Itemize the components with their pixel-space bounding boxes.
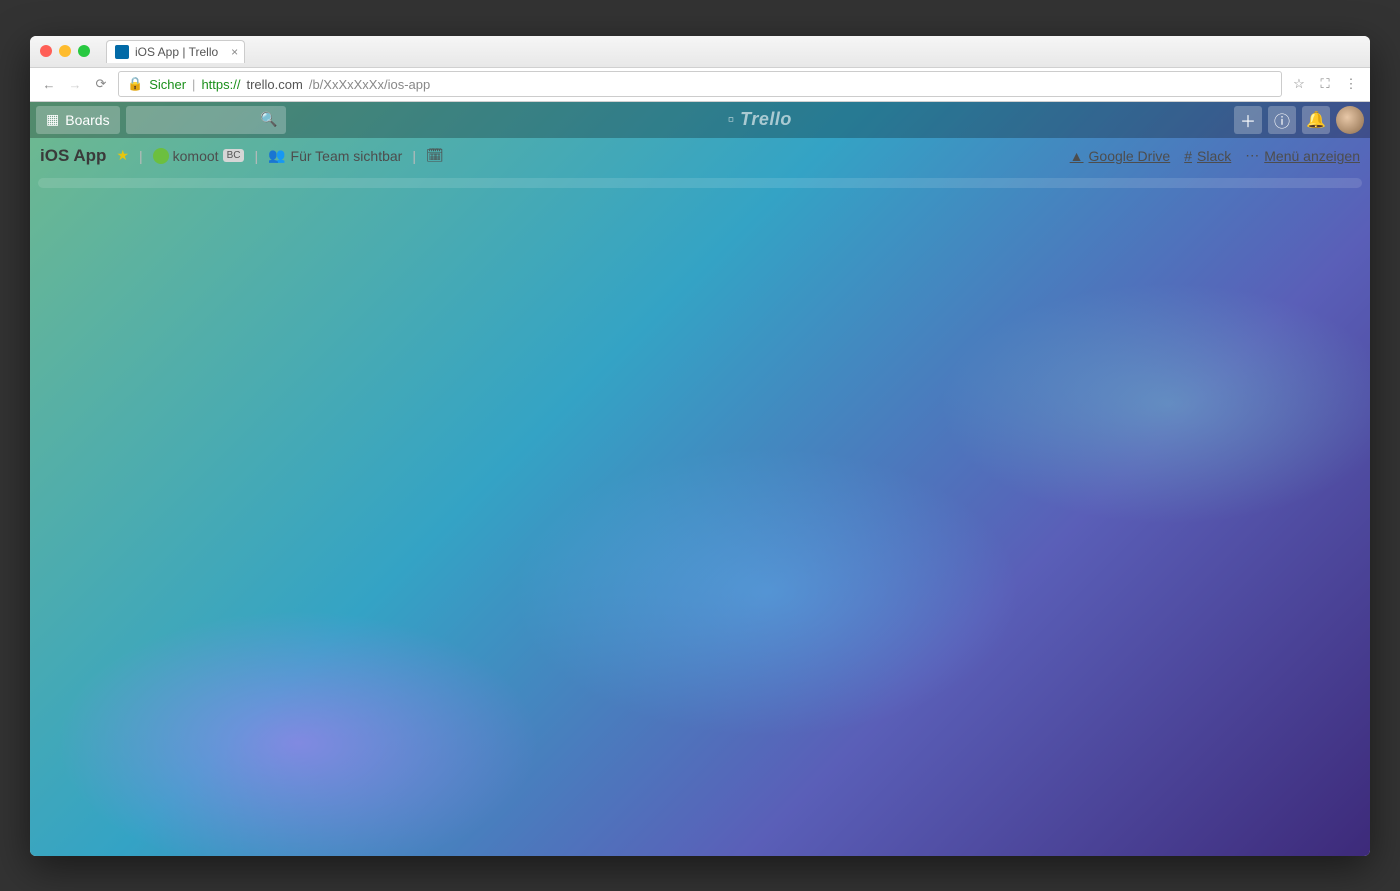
- security-label: Sicher: [149, 77, 186, 92]
- search-input[interactable]: 🔍: [126, 106, 286, 134]
- team-visible-icon: 👥: [268, 147, 285, 164]
- list-menu-icon[interactable]: ⋯: [1313, 189, 1328, 190]
- org-logo-icon: [153, 148, 169, 164]
- bell-icon: 🔔: [1306, 110, 1326, 130]
- trello-header: ▦ Boards 🔍 ▫ Trello ＋ ⓘ 🔔: [30, 102, 1370, 138]
- extension-icon[interactable]: ⛶: [1316, 76, 1334, 92]
- create-button[interactable]: ＋: [1234, 106, 1262, 134]
- boards-icon: ▦: [46, 111, 59, 128]
- show-menu-button[interactable]: ⋯ Menü anzeigen: [1245, 147, 1360, 164]
- org-name: komoot: [173, 148, 219, 164]
- url-path: /b/XxXxXxXx/ios-app: [309, 77, 430, 92]
- list-menu-icon[interactable]: ⋯: [223, 189, 238, 190]
- traffic-lights: [40, 45, 90, 57]
- visibility-button[interactable]: 👥 Für Team sichtbar: [268, 147, 402, 164]
- app-area: ▦ Boards 🔍 ▫ Trello ＋ ⓘ 🔔 iOS App ★ | ko…: [30, 102, 1370, 856]
- org-link[interactable]: komoot BC: [153, 148, 245, 164]
- board-title[interactable]: iOS App: [40, 146, 106, 166]
- ellipsis-icon: ⋯: [1245, 147, 1259, 164]
- star-bookmark-icon[interactable]: ☆: [1290, 76, 1308, 92]
- boards-label: Boards: [65, 112, 109, 128]
- powerup-slack[interactable]: # Slack: [1184, 148, 1231, 164]
- logo-icon: ▫: [728, 109, 735, 129]
- org-plan-badge: BC: [223, 149, 245, 162]
- tab-title: iOS App | Trello: [135, 45, 218, 59]
- reload-icon[interactable]: ⟳: [92, 76, 110, 92]
- maximize-window-icon[interactable]: [78, 45, 90, 57]
- trello-favicon-icon: [115, 45, 129, 59]
- board-header: iOS App ★ | komoot BC | 👥 Für Team sicht…: [30, 138, 1370, 174]
- user-avatar[interactable]: [1336, 106, 1364, 134]
- close-tab-icon[interactable]: ×: [231, 45, 238, 59]
- url-host: trello.com: [246, 77, 302, 92]
- back-icon[interactable]: ←: [40, 77, 58, 92]
- list-menu-icon[interactable]: ⋯: [659, 189, 674, 190]
- search-icon: 🔍: [260, 111, 277, 128]
- url-protocol: https://: [201, 77, 240, 92]
- browser-toolbar: ← → ⟳ 🔒 Sicher | https://trello.com/b/Xx…: [30, 68, 1370, 102]
- star-board-icon[interactable]: ★: [116, 147, 129, 164]
- info-icon: ⓘ: [1274, 108, 1290, 132]
- board-background: [30, 102, 1370, 856]
- minimize-window-icon[interactable]: [59, 45, 71, 57]
- notifications-button[interactable]: 🔔: [1302, 106, 1330, 134]
- mac-titlebar: iOS App | Trello ×: [30, 36, 1370, 68]
- chrome-menu-icon[interactable]: ⋮: [1342, 76, 1360, 92]
- address-bar[interactable]: 🔒 Sicher | https://trello.com/b/XxXxXxXx…: [118, 71, 1282, 97]
- powerup-google-drive[interactable]: ▲ Google Drive: [1070, 148, 1171, 164]
- board-canvas[interactable]: Inbox (Emptying every Wed)⋯🚀⚠️⭐🎉 How To …: [30, 174, 1370, 190]
- slack-icon: #: [1184, 148, 1192, 164]
- lock-icon: 🔒: [127, 76, 143, 92]
- calendar-powerup-icon[interactable]: 🗓: [426, 147, 444, 164]
- boards-button[interactable]: ▦ Boards: [36, 106, 120, 134]
- google-drive-icon: ▲: [1070, 148, 1084, 164]
- list-menu-icon[interactable]: ⋯: [441, 189, 456, 190]
- browser-tab[interactable]: iOS App | Trello ×: [106, 40, 245, 63]
- info-button[interactable]: ⓘ: [1268, 106, 1296, 134]
- browser-window: iOS App | Trello × ← → ⟳ 🔒 Sicher | http…: [30, 36, 1370, 856]
- forward-icon[interactable]: →: [66, 77, 84, 92]
- close-window-icon[interactable]: [40, 45, 52, 57]
- trello-logo[interactable]: ▫ Trello: [292, 109, 1228, 130]
- list-menu-icon[interactable]: ⋯: [877, 189, 892, 190]
- list-menu-icon[interactable]: ⋯: [1095, 189, 1110, 190]
- plus-icon: ＋: [1240, 108, 1256, 132]
